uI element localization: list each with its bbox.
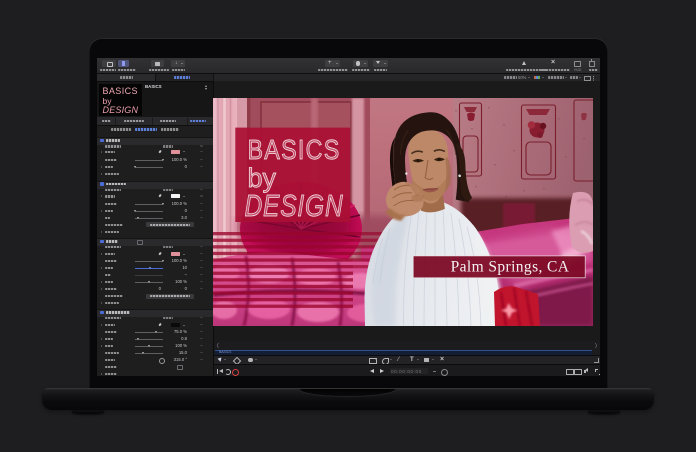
svg-text:BASICS: BASICS xyxy=(248,134,341,165)
svg-text:Palm Springs, CA: Palm Springs, CA xyxy=(451,259,570,276)
svg-text:DESIGN: DESIGN xyxy=(245,188,344,223)
